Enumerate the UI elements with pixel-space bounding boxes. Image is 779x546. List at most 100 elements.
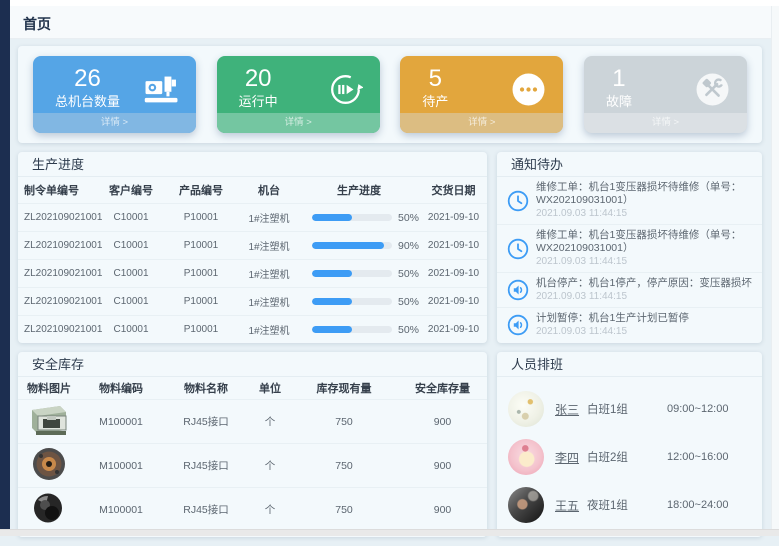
delivery-date: 2021-09-10 <box>420 232 487 260</box>
column-header: 制令单编号 <box>18 177 100 204</box>
stat-value: 1 <box>606 65 632 92</box>
column-header: 机台 <box>240 177 298 204</box>
stat-card-running[interactable]: 20 运行中 详情 > <box>217 56 380 133</box>
notification-item[interactable]: 维修工单：机台1变压器损坏待维修（单号： WX202109031001） 202… <box>497 224 762 272</box>
progress-bar: 50% <box>298 296 420 308</box>
tools-icon <box>695 72 730 107</box>
column-header: 客户编号 <box>100 177 162 204</box>
stat-card-waiting[interactable]: 5 待产 详情 > <box>400 56 563 133</box>
order-no: ZL202109021001 <box>18 204 100 232</box>
unit: 个 <box>250 488 290 532</box>
stat-card-fault[interactable]: 1 故障 详情 > <box>584 56 747 133</box>
material-name: RJ45接口 <box>162 400 250 444</box>
notification-text: 维修工单：机台1变压器损坏待维修（单号： <box>536 181 752 194</box>
table-row: M100001 RJ45接口 个 750 900 <box>18 400 487 444</box>
sidebar-edge <box>0 0 10 536</box>
order-no: ZL202109021001 <box>18 260 100 288</box>
stat-card-total-machines[interactable]: 26 总机台数量 详情 > <box>33 56 196 133</box>
stat-label: 故障 <box>606 93 632 111</box>
progress-bar: 50% <box>298 268 420 280</box>
machine: 1#注塑机 <box>240 316 298 344</box>
machine: 1#注塑机 <box>240 260 298 288</box>
notification-item[interactable]: 计划暂停：机台1生产计划已暂停 2021.09.03 11:44:15 <box>497 307 762 342</box>
panel-title: 人员排班 <box>497 352 762 377</box>
clock-icon <box>507 190 529 212</box>
progress-bar: 50% <box>298 324 420 336</box>
notification-time: 2021.09.03 11:44:15 <box>536 207 752 220</box>
customer-no: C10001 <box>100 232 162 260</box>
material-code: M100001 <box>80 400 162 444</box>
staff-schedule-panel: 人员排班 张三 白班1组 09:00~12:00 李四 白班2组 12:00~1… <box>497 352 762 537</box>
delivery-date: 2021-09-10 <box>420 288 487 316</box>
machine: 1#注塑机 <box>240 204 298 232</box>
scrollbar-track[interactable] <box>771 6 779 530</box>
schedule-row: 王五 夜班1组 18:00~24:00 <box>497 481 762 529</box>
speaker-icon <box>507 279 529 301</box>
stat-label: 运行中 <box>239 93 278 111</box>
order-no: ZL202109021001 <box>18 232 100 260</box>
inventory-table: 物料图片 物料编码 物料名称 单位 库存现有量 安全库存量 M100001 RJ… <box>18 377 487 531</box>
table-row: ZL202109021001 C10001 P10001 1#注塑机 90% 2… <box>18 232 487 260</box>
notification-text: WX202109031001） <box>536 194 752 207</box>
ellipsis-icon <box>511 72 546 107</box>
column-header: 产品编号 <box>162 177 240 204</box>
rj45-photo <box>30 404 68 439</box>
delivery-date: 2021-09-10 <box>420 316 487 344</box>
table-row: ZL202109021001 C10001 P10001 1#注塑机 50% 2… <box>18 316 487 344</box>
notification-text: WX202109031001） <box>536 242 752 255</box>
stat-cards-panel: 26 总机台数量 详情 > 20 运行中 <box>18 46 762 143</box>
stock-qty: 750 <box>290 444 398 488</box>
staff-name[interactable]: 王五 <box>555 497 587 514</box>
material-code: M100001 <box>80 444 162 488</box>
staff-name[interactable]: 李四 <box>555 449 587 466</box>
notification-item[interactable]: 维修工单：机台1变压器损坏待维修（单号： WX202109031001） 202… <box>497 177 762 224</box>
stock-qty: 750 <box>290 488 398 532</box>
product-no: P10001 <box>162 288 240 316</box>
customer-no: C10001 <box>100 260 162 288</box>
staff-name[interactable]: 张三 <box>555 401 587 418</box>
notification-text: 计划暂停：机台1生产计划已暂停 <box>536 312 752 325</box>
stat-detail-link[interactable]: 详情 > <box>584 113 747 133</box>
avatar-wangwu <box>508 487 544 523</box>
safety-qty: 900 <box>398 444 487 488</box>
stat-label: 待产 <box>422 93 448 111</box>
shift-time: 18:00~24:00 <box>667 499 728 511</box>
notification-item[interactable]: 机台停产：机台1停产，停产原因：变压器损坏 2021.09.03 11:44:1… <box>497 272 762 307</box>
shift-group: 白班1组 <box>587 401 667 417</box>
table-row: M100001 RJ45接口 个 750 900 <box>18 488 487 532</box>
tab-bar: 首页 <box>10 6 779 39</box>
stat-value: 5 <box>422 65 448 92</box>
table-row: M100001 RJ45接口 个 750 900 <box>18 444 487 488</box>
notification-time: 2021.09.03 11:44:15 <box>536 290 752 303</box>
stat-detail-link[interactable]: 详情 > <box>217 113 380 133</box>
table-row: ZL202109021001 C10001 P10001 1#注塑机 50% 2… <box>18 260 487 288</box>
stat-value: 20 <box>239 65 278 92</box>
stat-value: 26 <box>55 65 120 92</box>
product-no: P10001 <box>162 232 240 260</box>
stock-qty: 750 <box>290 400 398 444</box>
material-name: RJ45接口 <box>162 444 250 488</box>
column-header: 交货日期 <box>420 177 487 204</box>
tab-home[interactable]: 首页 <box>23 14 51 34</box>
customer-no: C10001 <box>100 204 162 232</box>
customer-no: C10001 <box>100 288 162 316</box>
avatar-lisi <box>508 439 544 475</box>
stat-label: 总机台数量 <box>55 93 120 111</box>
column-header: 物料名称 <box>162 377 250 400</box>
shift-group: 白班2组 <box>587 449 667 465</box>
notification-text: 机台停产：机台1停产，停产原因：变压器损坏 <box>536 277 752 290</box>
stat-detail-link[interactable]: 详情 > <box>400 113 563 133</box>
table-row: ZL202109021001 C10001 P10001 1#注塑机 50% 2… <box>18 288 487 316</box>
customer-no: C10001 <box>100 316 162 344</box>
notification-time: 2021.09.03 11:44:15 <box>536 325 752 338</box>
shift-time: 12:00~16:00 <box>667 451 728 463</box>
running-icon <box>328 72 363 107</box>
column-header: 物料图片 <box>18 377 80 400</box>
column-header: 单位 <box>250 377 290 400</box>
order-no: ZL202109021001 <box>18 316 100 344</box>
schedule-row: 李四 白班2组 12:00~16:00 <box>497 433 762 481</box>
order-no: ZL202109021001 <box>18 288 100 316</box>
speaker-icon <box>507 314 529 336</box>
product-no: P10001 <box>162 204 240 232</box>
stat-detail-link[interactable]: 详情 > <box>33 113 196 133</box>
